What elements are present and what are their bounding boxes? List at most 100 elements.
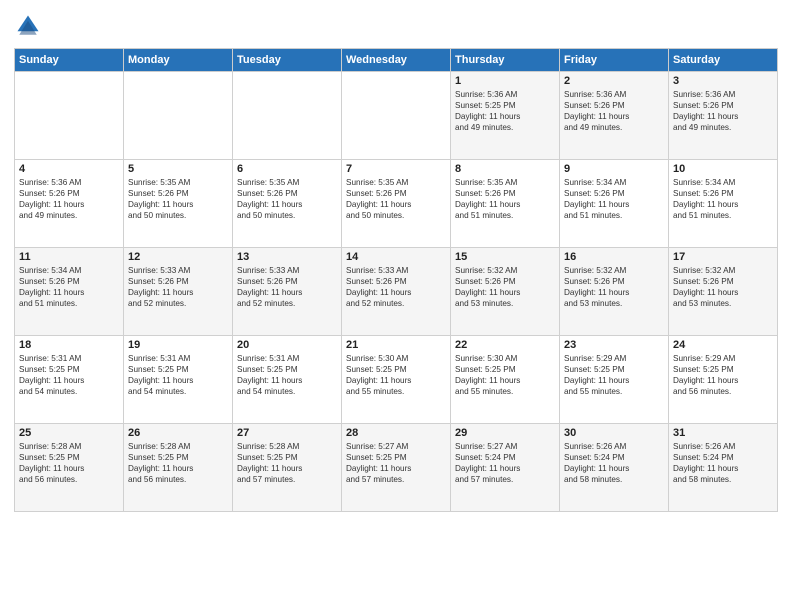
header (14, 12, 778, 40)
day-number: 4 (19, 163, 119, 175)
header-day-sunday: Sunday (15, 49, 124, 72)
cell-content: Sunrise: 5:26 AM Sunset: 5:24 PM Dayligh… (673, 441, 773, 485)
day-number: 27 (237, 427, 337, 439)
cell-content: Sunrise: 5:32 AM Sunset: 5:26 PM Dayligh… (673, 265, 773, 309)
calendar-cell: 23 Sunrise: 5:29 AM Sunset: 5:25 PM Dayli… (560, 336, 669, 424)
cell-content: Sunrise: 5:28 AM Sunset: 5:25 PM Dayligh… (19, 441, 119, 485)
calendar-cell: 21 Sunrise: 5:30 AM Sunset: 5:25 PM Dayli… (342, 336, 451, 424)
cell-content: Sunrise: 5:33 AM Sunset: 5:26 PM Dayligh… (237, 265, 337, 309)
day-number: 16 (564, 251, 664, 263)
cell-content: Sunrise: 5:27 AM Sunset: 5:24 PM Dayligh… (455, 441, 555, 485)
day-number: 12 (128, 251, 228, 263)
cell-content: Sunrise: 5:35 AM Sunset: 5:26 PM Dayligh… (128, 177, 228, 221)
calendar-cell: 7 Sunrise: 5:35 AM Sunset: 5:26 PM Daylig… (342, 160, 451, 248)
cell-content: Sunrise: 5:36 AM Sunset: 5:26 PM Dayligh… (564, 89, 664, 133)
day-number: 23 (564, 339, 664, 351)
day-number: 31 (673, 427, 773, 439)
calendar-cell: 30 Sunrise: 5:26 AM Sunset: 5:24 PM Dayli… (560, 424, 669, 512)
calendar-cell: 5 Sunrise: 5:35 AM Sunset: 5:26 PM Daylig… (124, 160, 233, 248)
cell-content: Sunrise: 5:31 AM Sunset: 5:25 PM Dayligh… (237, 353, 337, 397)
cell-content: Sunrise: 5:26 AM Sunset: 5:24 PM Dayligh… (564, 441, 664, 485)
day-number: 14 (346, 251, 446, 263)
day-number: 9 (564, 163, 664, 175)
cell-content: Sunrise: 5:35 AM Sunset: 5:26 PM Dayligh… (237, 177, 337, 221)
day-number: 18 (19, 339, 119, 351)
day-number: 3 (673, 75, 773, 87)
calendar-cell: 9 Sunrise: 5:34 AM Sunset: 5:26 PM Daylig… (560, 160, 669, 248)
calendar-cell: 17 Sunrise: 5:32 AM Sunset: 5:26 PM Dayli… (669, 248, 778, 336)
cell-content: Sunrise: 5:29 AM Sunset: 5:25 PM Dayligh… (673, 353, 773, 397)
day-number: 13 (237, 251, 337, 263)
day-number: 28 (346, 427, 446, 439)
calendar-cell: 16 Sunrise: 5:32 AM Sunset: 5:26 PM Dayli… (560, 248, 669, 336)
header-day-thursday: Thursday (451, 49, 560, 72)
calendar-cell (15, 72, 124, 160)
day-number: 1 (455, 75, 555, 87)
header-row: SundayMondayTuesdayWednesdayThursdayFrid… (15, 49, 778, 72)
day-number: 25 (19, 427, 119, 439)
cell-content: Sunrise: 5:28 AM Sunset: 5:25 PM Dayligh… (237, 441, 337, 485)
cell-content: Sunrise: 5:30 AM Sunset: 5:25 PM Dayligh… (455, 353, 555, 397)
cell-content: Sunrise: 5:34 AM Sunset: 5:26 PM Dayligh… (564, 177, 664, 221)
day-number: 8 (455, 163, 555, 175)
cell-content: Sunrise: 5:34 AM Sunset: 5:26 PM Dayligh… (19, 265, 119, 309)
calendar-cell: 10 Sunrise: 5:34 AM Sunset: 5:26 PM Dayli… (669, 160, 778, 248)
cell-content: Sunrise: 5:34 AM Sunset: 5:26 PM Dayligh… (673, 177, 773, 221)
calendar-cell: 6 Sunrise: 5:35 AM Sunset: 5:26 PM Daylig… (233, 160, 342, 248)
cell-content: Sunrise: 5:35 AM Sunset: 5:26 PM Dayligh… (455, 177, 555, 221)
day-number: 6 (237, 163, 337, 175)
calendar-cell: 19Sunrise: 5:31 AM Sunset: 5:25 PM Dayli… (124, 336, 233, 424)
calendar-cell: 15 Sunrise: 5:32 AM Sunset: 5:26 PM Dayli… (451, 248, 560, 336)
cell-content: Sunrise: 5:36 AM Sunset: 5:26 PM Dayligh… (673, 89, 773, 133)
day-number: 15 (455, 251, 555, 263)
day-number: 11 (19, 251, 119, 263)
week-row-4: 18 Sunrise: 5:31 AM Sunset: 5:25 PM Dayli… (15, 336, 778, 424)
header-day-wednesday: Wednesday (342, 49, 451, 72)
day-number: 24 (673, 339, 773, 351)
day-number: 10 (673, 163, 773, 175)
day-number: 26 (128, 427, 228, 439)
day-number: 29 (455, 427, 555, 439)
day-number: 5 (128, 163, 228, 175)
calendar-cell (233, 72, 342, 160)
header-day-friday: Friday (560, 49, 669, 72)
cell-content: Sunrise: 5:33 AM Sunset: 5:26 PM Dayligh… (128, 265, 228, 309)
week-row-3: 11 Sunrise: 5:34 AM Sunset: 5:26 PM Dayli… (15, 248, 778, 336)
calendar-cell: 1Sunrise: 5:36 AM Sunset: 5:25 PM Daylig… (451, 72, 560, 160)
header-day-saturday: Saturday (669, 49, 778, 72)
calendar-cell: 14 Sunrise: 5:33 AM Sunset: 5:26 PM Dayli… (342, 248, 451, 336)
day-number: 19 (128, 339, 228, 351)
cell-content: Sunrise: 5:29 AM Sunset: 5:25 PM Dayligh… (564, 353, 664, 397)
calendar-table: SundayMondayTuesdayWednesdayThursdayFrid… (14, 48, 778, 512)
logo (14, 12, 46, 40)
cell-content: Sunrise: 5:33 AM Sunset: 5:26 PM Dayligh… (346, 265, 446, 309)
day-number: 21 (346, 339, 446, 351)
cell-content: Sunrise: 5:36 AM Sunset: 5:26 PM Dayligh… (19, 177, 119, 221)
cell-content: Sunrise: 5:32 AM Sunset: 5:26 PM Dayligh… (455, 265, 555, 309)
cell-content: Sunrise: 5:30 AM Sunset: 5:25 PM Dayligh… (346, 353, 446, 397)
calendar-cell: 13 Sunrise: 5:33 AM Sunset: 5:26 PM Dayli… (233, 248, 342, 336)
calendar-cell: 2Sunrise: 5:36 AM Sunset: 5:26 PM Daylig… (560, 72, 669, 160)
calendar-cell: 24 Sunrise: 5:29 AM Sunset: 5:25 PM Dayli… (669, 336, 778, 424)
header-day-tuesday: Tuesday (233, 49, 342, 72)
cell-content: Sunrise: 5:28 AM Sunset: 5:25 PM Dayligh… (128, 441, 228, 485)
cell-content: Sunrise: 5:27 AM Sunset: 5:25 PM Dayligh… (346, 441, 446, 485)
cell-content: Sunrise: 5:32 AM Sunset: 5:26 PM Dayligh… (564, 265, 664, 309)
page: SundayMondayTuesdayWednesdayThursdayFrid… (0, 0, 792, 612)
week-row-5: 25 Sunrise: 5:28 AM Sunset: 5:25 PM Dayli… (15, 424, 778, 512)
cell-content: Sunrise: 5:35 AM Sunset: 5:26 PM Dayligh… (346, 177, 446, 221)
calendar-cell: 11 Sunrise: 5:34 AM Sunset: 5:26 PM Dayli… (15, 248, 124, 336)
calendar-cell: 27 Sunrise: 5:28 AM Sunset: 5:25 PM Dayli… (233, 424, 342, 512)
calendar-cell: 18Sunrise: 5:31 AM Sunset: 5:25 PM Dayli… (15, 336, 124, 424)
calendar-cell: 12 Sunrise: 5:33 AM Sunset: 5:26 PM Dayli… (124, 248, 233, 336)
calendar-cell: 22 Sunrise: 5:30 AM Sunset: 5:25 PM Dayli… (451, 336, 560, 424)
calendar-cell: 4 Sunrise: 5:36 AM Sunset: 5:26 PM Daylig… (15, 160, 124, 248)
calendar-cell: 25 Sunrise: 5:28 AM Sunset: 5:25 PM Dayli… (15, 424, 124, 512)
day-number: 30 (564, 427, 664, 439)
day-number: 7 (346, 163, 446, 175)
header-day-monday: Monday (124, 49, 233, 72)
logo-icon (14, 12, 42, 40)
calendar-cell: 31 Sunrise: 5:26 AM Sunset: 5:24 PM Dayli… (669, 424, 778, 512)
day-number: 17 (673, 251, 773, 263)
day-number: 22 (455, 339, 555, 351)
